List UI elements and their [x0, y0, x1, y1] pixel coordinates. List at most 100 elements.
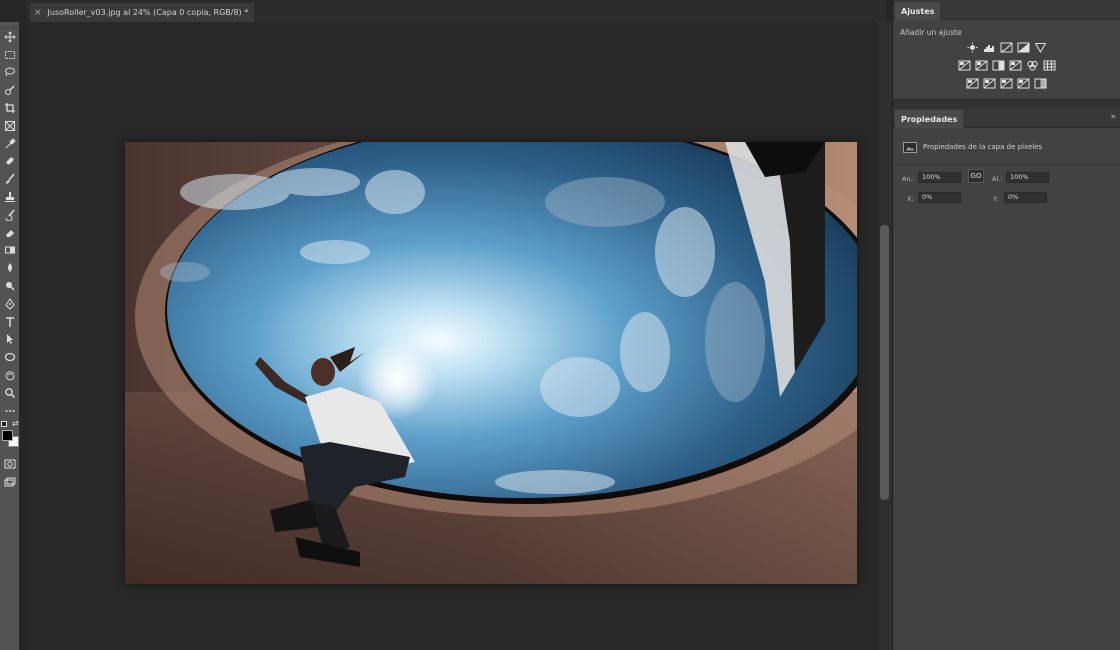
default-colors-icon[interactable]	[1, 420, 7, 427]
brush-tool-button[interactable]	[0, 170, 20, 188]
tab-properties[interactable]: Propiedades	[895, 110, 964, 128]
canvas-workspace[interactable]	[26, 22, 878, 650]
swap-colors-icon[interactable]: ⇄	[12, 419, 19, 428]
right-panel-dock: Ajustes Añadir un ajuste Propiedades » P…	[892, 0, 1120, 650]
adjustment-row-1	[893, 38, 1120, 56]
brush-tool-icon	[6, 173, 15, 185]
more-tools-icon	[5, 409, 15, 412]
skater-photo	[125, 142, 857, 584]
scrollbar-thumb[interactable]	[880, 225, 889, 500]
move-tool-button[interactable]	[0, 28, 20, 46]
x-field[interactable]: 0%	[918, 192, 961, 203]
healing-brush-button[interactable]	[0, 153, 20, 171]
y-field[interactable]: 0%	[1004, 192, 1047, 203]
path-selection-button[interactable]	[0, 331, 20, 349]
frame-tool-icon	[5, 120, 15, 131]
eraser-button[interactable]	[0, 224, 20, 242]
y-label: Y:	[993, 195, 999, 203]
pixel-layer-icon	[903, 141, 917, 153]
levels-button[interactable]	[983, 42, 996, 53]
quick-mask-icon	[4, 459, 16, 469]
width-field[interactable]: 100%	[918, 172, 961, 183]
blur-tool-button[interactable]	[0, 259, 20, 277]
adjustment-icons	[893, 38, 1120, 92]
height-field[interactable]: 100%	[1006, 172, 1049, 183]
move-tool-icon	[4, 31, 16, 43]
type-tool-button[interactable]	[0, 313, 20, 331]
zoom-tool-icon	[5, 387, 16, 398]
lasso-tool-button[interactable]	[0, 64, 20, 82]
blur-tool-icon	[8, 263, 12, 273]
screen-mode-icon	[4, 477, 16, 487]
crop-tool-button[interactable]	[0, 99, 20, 117]
close-tab-icon[interactable]: ×	[34, 8, 42, 18]
threshold-icon	[1000, 78, 1013, 88]
adjustments-panel-header: Ajustes	[893, 0, 1120, 20]
selective-color-button[interactable]	[1017, 78, 1030, 89]
position-fields-row: X: 0% Y: 0%	[893, 189, 1120, 209]
curves-button[interactable]	[1000, 42, 1013, 53]
more-tools-button[interactable]	[0, 402, 20, 420]
dodge-tool-button[interactable]	[0, 277, 20, 295]
hue-saturation-button[interactable]	[958, 60, 971, 71]
screen-mode-button[interactable]	[0, 473, 20, 491]
clone-stamp-button[interactable]	[0, 188, 20, 206]
color-balance-button[interactable]	[975, 60, 988, 71]
zoom-tool-button[interactable]	[0, 384, 20, 402]
pen-tool-button[interactable]	[0, 295, 20, 313]
exposure-icon	[1017, 42, 1030, 52]
hand-tool-button[interactable]	[0, 366, 20, 384]
hue-saturation-icon	[958, 60, 970, 70]
tab-adjustments[interactable]: Ajustes	[895, 2, 941, 20]
black-white-button[interactable]	[992, 60, 1005, 71]
shape-tool-button[interactable]	[0, 348, 20, 366]
hand-tool-icon	[5, 371, 15, 381]
layer-type-label: Propiedades de la capa de píxeles	[923, 143, 1043, 151]
gradient-map-icon	[1034, 78, 1047, 88]
selective-color-icon	[1017, 78, 1030, 88]
photo-filter-button[interactable]	[1009, 60, 1022, 71]
path-selection-icon	[7, 334, 13, 345]
color-lookup-button[interactable]	[1043, 60, 1056, 71]
channel-mixer-icon	[1026, 60, 1038, 71]
threshold-button[interactable]	[1000, 78, 1013, 89]
quick-selection-button[interactable]	[0, 81, 20, 99]
gradient-tool-icon	[5, 246, 15, 254]
exposure-button[interactable]	[1017, 42, 1030, 53]
adjustment-row-3	[893, 74, 1120, 92]
history-brush-icon	[5, 209, 15, 221]
foreground-color-swatch[interactable]	[2, 429, 13, 441]
marquee-tool-icon	[5, 50, 15, 59]
invert-button[interactable]	[966, 78, 979, 89]
brightness-contrast-button[interactable]	[966, 42, 979, 53]
document-tab[interactable]: × JusoRoller_v03.jpg al 24% (Capa 0 copi…	[30, 3, 255, 22]
posterize-button[interactable]	[983, 78, 996, 89]
healing-brush-icon	[6, 158, 14, 165]
gradient-tool-button[interactable]	[0, 242, 20, 260]
invert-icon	[966, 78, 979, 88]
brightness-contrast-icon	[967, 42, 978, 52]
history-brush-button[interactable]	[0, 206, 20, 224]
document-canvas-image[interactable]	[125, 142, 857, 584]
gradient-map-button[interactable]	[1034, 78, 1047, 89]
vibrance-icon	[1034, 42, 1047, 53]
eyedropper-button[interactable]	[0, 135, 20, 153]
link-dimensions-button[interactable]: GO	[968, 169, 984, 183]
channel-mixer-button[interactable]	[1026, 60, 1039, 71]
vibrance-button[interactable]	[1034, 42, 1047, 53]
quick-mask-button[interactable]	[0, 456, 20, 474]
quick-selection-icon	[5, 85, 15, 96]
tool-list	[0, 28, 19, 420]
color-balance-icon	[975, 60, 987, 70]
marquee-tool-button[interactable]	[0, 46, 20, 64]
frame-tool-button[interactable]	[0, 117, 20, 135]
eyedropper-icon	[5, 137, 16, 149]
width-label: An.:	[902, 175, 915, 183]
eraser-icon	[6, 229, 14, 237]
document-title: JusoRoller_v03.jpg al 24% (Capa 0 copia,…	[47, 8, 249, 17]
posterize-icon	[983, 78, 996, 88]
lasso-tool-icon	[5, 67, 15, 77]
panel-menu-icon[interactable]: »	[1110, 112, 1116, 122]
levels-icon	[984, 44, 994, 52]
x-label: X:	[907, 195, 914, 203]
